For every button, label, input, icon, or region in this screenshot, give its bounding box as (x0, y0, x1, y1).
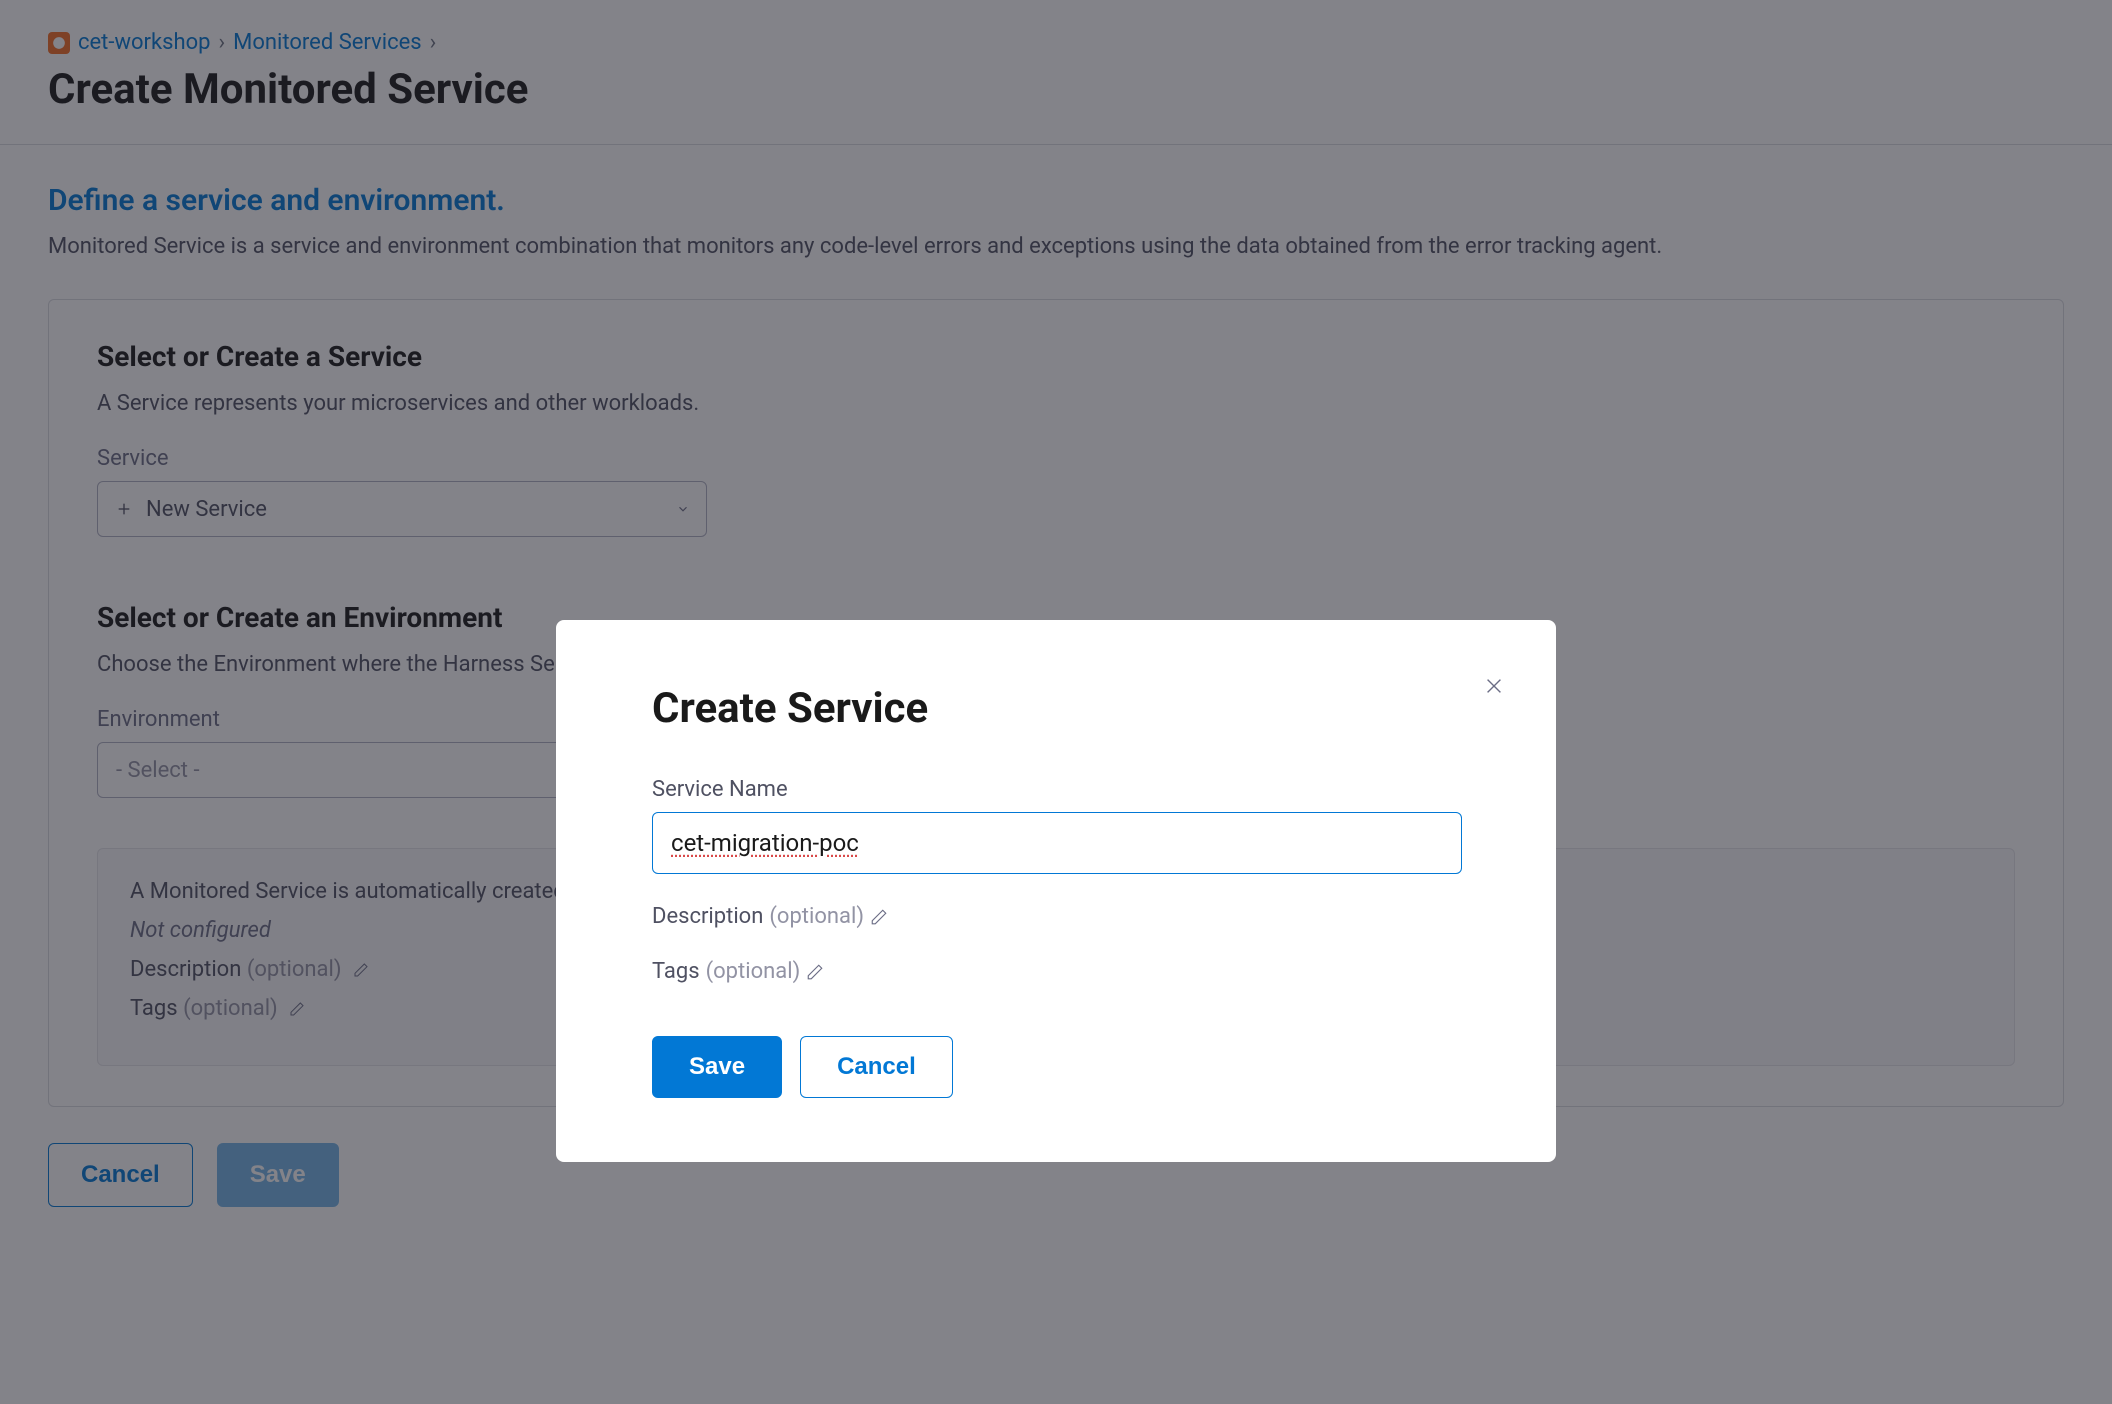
modal-save-button[interactable]: Save (652, 1036, 782, 1098)
modal-title: Create Service (652, 684, 1460, 733)
create-service-modal: Create Service Service Name Description … (556, 620, 1556, 1162)
service-name-label: Service Name (652, 777, 1460, 802)
modal-description-row: Description (optional) (652, 904, 1460, 929)
close-icon (1483, 675, 1505, 697)
pencil-icon[interactable] (806, 963, 824, 981)
modal-tags-optional: (optional) (706, 959, 801, 984)
close-button[interactable] (1480, 672, 1508, 700)
modal-tags-row: Tags (optional) (652, 959, 1460, 984)
modal-cancel-button[interactable]: Cancel (800, 1036, 953, 1098)
modal-buttons: Save Cancel (652, 1036, 1460, 1098)
modal-description-label: Description (652, 904, 763, 929)
modal-tags-label: Tags (652, 959, 700, 984)
modal-description-optional: (optional) (769, 904, 864, 929)
modal-overlay[interactable]: Create Service Service Name Description … (0, 0, 2112, 1404)
service-name-input[interactable] (652, 812, 1462, 874)
pencil-icon[interactable] (870, 908, 888, 926)
